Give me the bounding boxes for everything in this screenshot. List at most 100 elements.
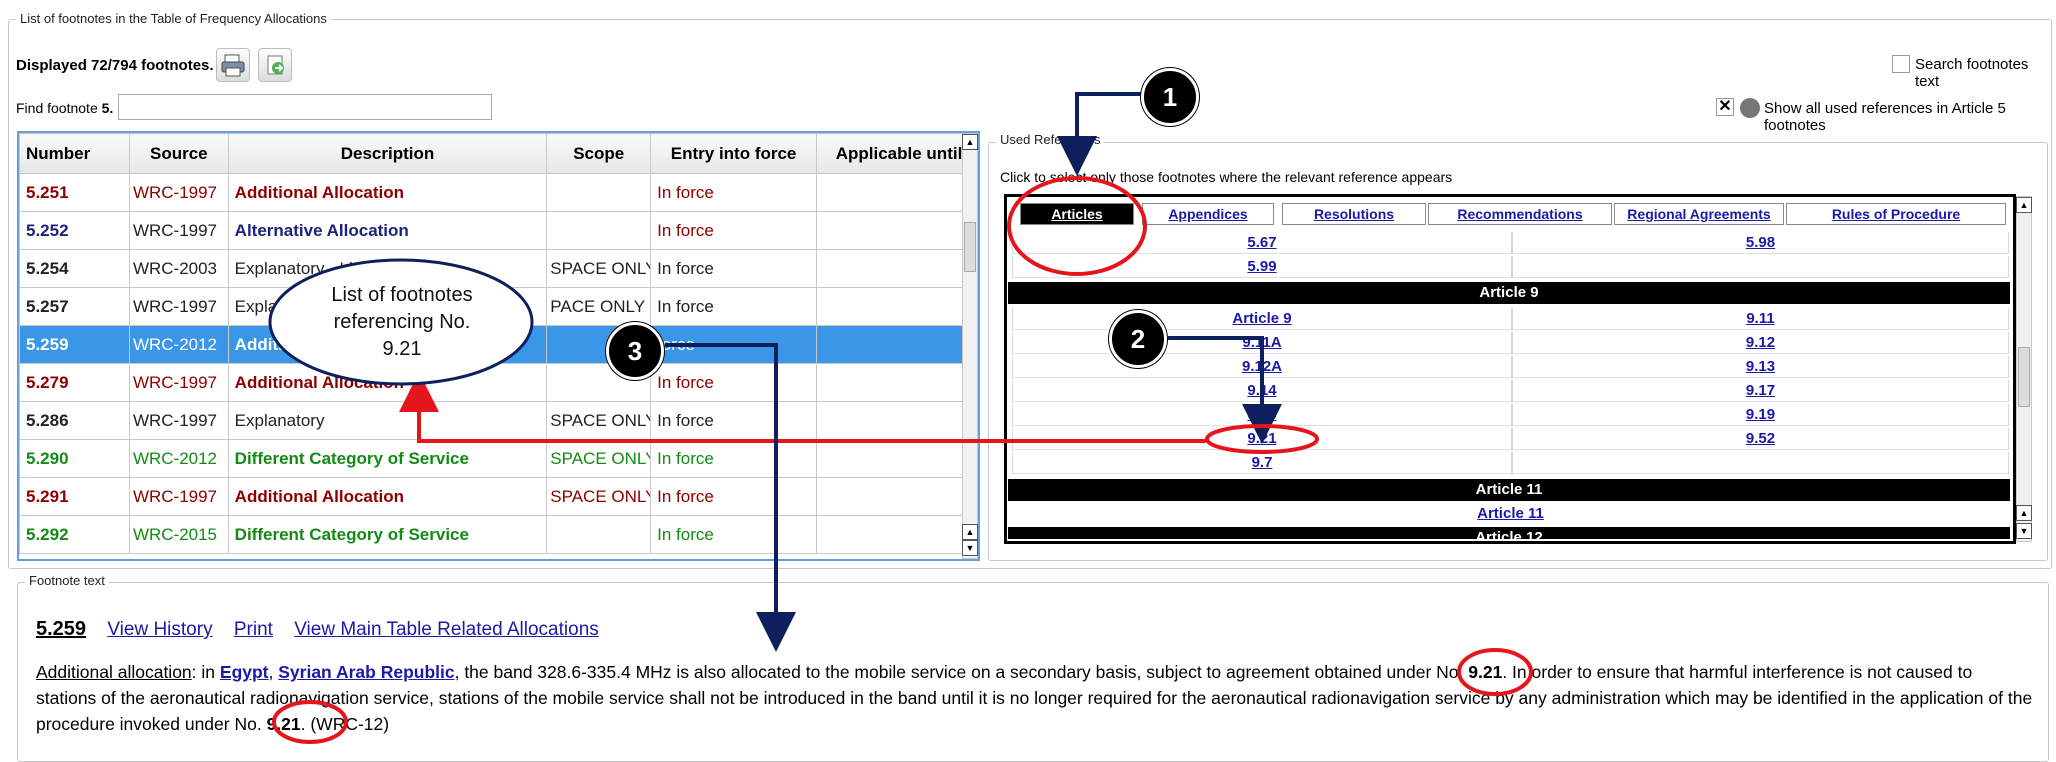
reference-link[interactable]: 9.21 xyxy=(1012,428,1512,450)
table-row[interactable]: 5.257 WRC-1997 Explanat PACE ONLY In force xyxy=(19,287,978,326)
view-history-link[interactable]: View History xyxy=(107,619,212,640)
cell-number: 5.291 xyxy=(19,477,130,516)
reference-row: 5.67 5.98 xyxy=(1012,232,2009,254)
country-link-syria[interactable]: Syrian Arab Republic xyxy=(278,662,454,682)
reference-link[interactable]: 9.7 xyxy=(1012,452,1512,474)
scroll-down2-icon[interactable]: ▼ xyxy=(962,540,978,556)
cell-source: WRC-1997 xyxy=(128,477,229,516)
search-gear-icon[interactable] xyxy=(1740,98,1760,118)
cell-scope: PACE ONLY xyxy=(546,287,652,326)
annotation-bubble-text: List of footnotes referencing No. 9.21 xyxy=(331,284,473,360)
table-row[interactable]: 5.259 WRC-2012 Additio force xyxy=(19,325,978,364)
footnote-t2: , xyxy=(268,662,279,682)
column-header-number[interactable]: Number xyxy=(19,133,130,174)
clear-filter-icon[interactable]: ✕ xyxy=(1716,98,1734,116)
ref-scroll-thumb[interactable] xyxy=(2018,347,2030,407)
cell-source: WRC-1997 xyxy=(128,211,229,250)
cell-until xyxy=(816,211,978,250)
tab-articles[interactable]: Articles xyxy=(1020,203,1134,225)
tab-appendices[interactable]: Appendices xyxy=(1142,203,1274,225)
scroll-up-icon[interactable]: ▲ xyxy=(962,134,978,150)
ref-scroll-down2-icon[interactable]: ▼ xyxy=(2016,523,2032,539)
cell-number: 5.279 xyxy=(19,363,130,402)
column-header-until[interactable]: Applicable until xyxy=(816,133,978,174)
column-header-scope[interactable]: Scope xyxy=(546,133,652,174)
table-row[interactable]: 5.251 WRC-1997 Additional Allocation In for… xyxy=(19,173,978,212)
tab-resolutions[interactable]: Resolutions xyxy=(1282,203,1426,225)
cell-entry: In force xyxy=(650,363,818,402)
cell-until xyxy=(816,401,978,440)
article11-link[interactable]: Article 11 xyxy=(1012,503,2009,525)
table-row[interactable]: 5.279 WRC-1997 Additional Allocation In for… xyxy=(19,363,978,402)
reference-row: 9.12A 9.13 xyxy=(1012,356,2009,378)
reference-link[interactable]: 9.12A xyxy=(1012,356,1512,378)
reference-link[interactable]: 9.19 xyxy=(1512,404,2009,426)
find-footnote-input[interactable] xyxy=(118,94,492,120)
reference-link[interactable]: 9.52 xyxy=(1512,428,2009,450)
scroll-thumb[interactable] xyxy=(964,222,976,272)
cell-until xyxy=(816,325,978,364)
show-all-references-label[interactable]: Show all used references in Article 5 fo… xyxy=(1764,100,2056,134)
reference-link[interactable]: 9.11A xyxy=(1012,332,1512,354)
scroll-down-icon[interactable]: ▲ xyxy=(962,524,978,540)
reference-link[interactable]: 9.14 xyxy=(1012,380,1512,402)
footnote-t5: . (WRC-12) xyxy=(300,714,390,734)
footnote-table-container: Number Source Description Scope Entry in… xyxy=(17,131,980,561)
cell-description: Additional Allocation xyxy=(227,173,548,212)
reference-link[interactable]: 5.99 xyxy=(1012,256,1512,278)
cell-number: 5.290 xyxy=(19,439,130,478)
print-link[interactable]: Print xyxy=(234,619,273,640)
reference-link[interactable]: 9.12 xyxy=(1512,332,2009,354)
cell-scope xyxy=(546,515,652,554)
cell-scope: SPACE ONLY xyxy=(546,477,652,516)
export-button[interactable] xyxy=(258,48,292,82)
footnote-table-body: 5.251 WRC-1997 Additional Allocation In for… xyxy=(19,173,978,554)
reference-link[interactable]: 5.98 xyxy=(1512,232,2009,254)
article9-header: Article 9 xyxy=(1008,282,2010,304)
cell-source: WRC-1997 xyxy=(128,363,229,402)
reference-link[interactable]: 9.13 xyxy=(1512,356,2009,378)
footnote-heading: Additional allocation xyxy=(36,662,192,682)
find-label-text: Find footnote xyxy=(16,100,98,116)
cell-number: 5.286 xyxy=(19,401,130,440)
find-prefix: 5. xyxy=(101,100,114,116)
ref-scroll-up-icon[interactable]: ▲ xyxy=(2016,197,2032,213)
reference-link[interactable]: 9.17 xyxy=(1512,380,2009,402)
reference-9-21-second: 9.21 xyxy=(266,714,301,734)
tab-recommendations[interactable]: Recommendations xyxy=(1428,203,1612,225)
column-header-description[interactable]: Description xyxy=(227,133,548,174)
cell-number: 5.251 xyxy=(19,173,130,212)
ref-scroll-down-icon[interactable]: ▲ xyxy=(2016,505,2032,521)
reference-link[interactable]: 9.11 xyxy=(1512,308,2009,330)
printer-icon xyxy=(221,54,245,77)
reference-link[interactable]: 5.67 xyxy=(1012,232,1512,254)
callout-2: 2 xyxy=(1109,310,1167,368)
column-header-source[interactable]: Source xyxy=(128,133,229,174)
table-row[interactable]: 5.292 WRC-2015 Different Category of Servi… xyxy=(19,515,978,554)
view-main-table-link[interactable]: View Main Table Related Allocations xyxy=(294,619,599,640)
table-row[interactable]: 5.286 WRC-1997 Explanatory SPACE ONLY In for… xyxy=(19,401,978,440)
table-header-row: Number Source Description Scope Entry in… xyxy=(19,133,978,174)
reference-9-21-first: 9.21 xyxy=(1468,662,1503,682)
reference-row: 9.14 9.17 xyxy=(1012,380,2009,402)
tab-rules-of-procedure[interactable]: Rules of Procedure xyxy=(1786,203,2006,225)
table-row[interactable]: 5.291 WRC-1997 Additional Allocation SPACE … xyxy=(19,477,978,516)
search-text-checkbox[interactable] xyxy=(1892,55,1910,73)
search-text-label: Search footnotes text xyxy=(1915,56,2029,90)
article12-header: Article 12 xyxy=(1475,529,1543,539)
reference-link[interactable]: 9.18 xyxy=(1012,404,1512,426)
column-header-entry[interactable]: Entry into force xyxy=(650,133,818,174)
tab-regional-agreements[interactable]: Regional Agreements xyxy=(1614,203,1784,225)
table-row[interactable]: 5.254 WRC-2003 Explanatory - Limitati SPACE… xyxy=(19,249,978,288)
country-link-egypt[interactable]: Egypt xyxy=(220,662,269,682)
cell-until xyxy=(816,515,978,554)
table-row[interactable]: 5.290 WRC-2012 Different Category of Servi… xyxy=(19,439,978,478)
cell-entry: In force xyxy=(650,439,818,478)
footnote-number: 5.259 xyxy=(36,618,87,640)
reference-link[interactable]: Article 9 xyxy=(1012,308,1512,330)
cell-scope xyxy=(546,173,652,212)
table-row[interactable]: 5.252 WRC-1997 Alternative Allocation In fo… xyxy=(19,211,978,250)
print-button[interactable] xyxy=(216,48,250,82)
table-scrollbar[interactable]: ▲ ▲ ▼ xyxy=(962,133,978,559)
references-scrollbar[interactable]: ▲ ▲ ▼ xyxy=(2016,196,2032,542)
